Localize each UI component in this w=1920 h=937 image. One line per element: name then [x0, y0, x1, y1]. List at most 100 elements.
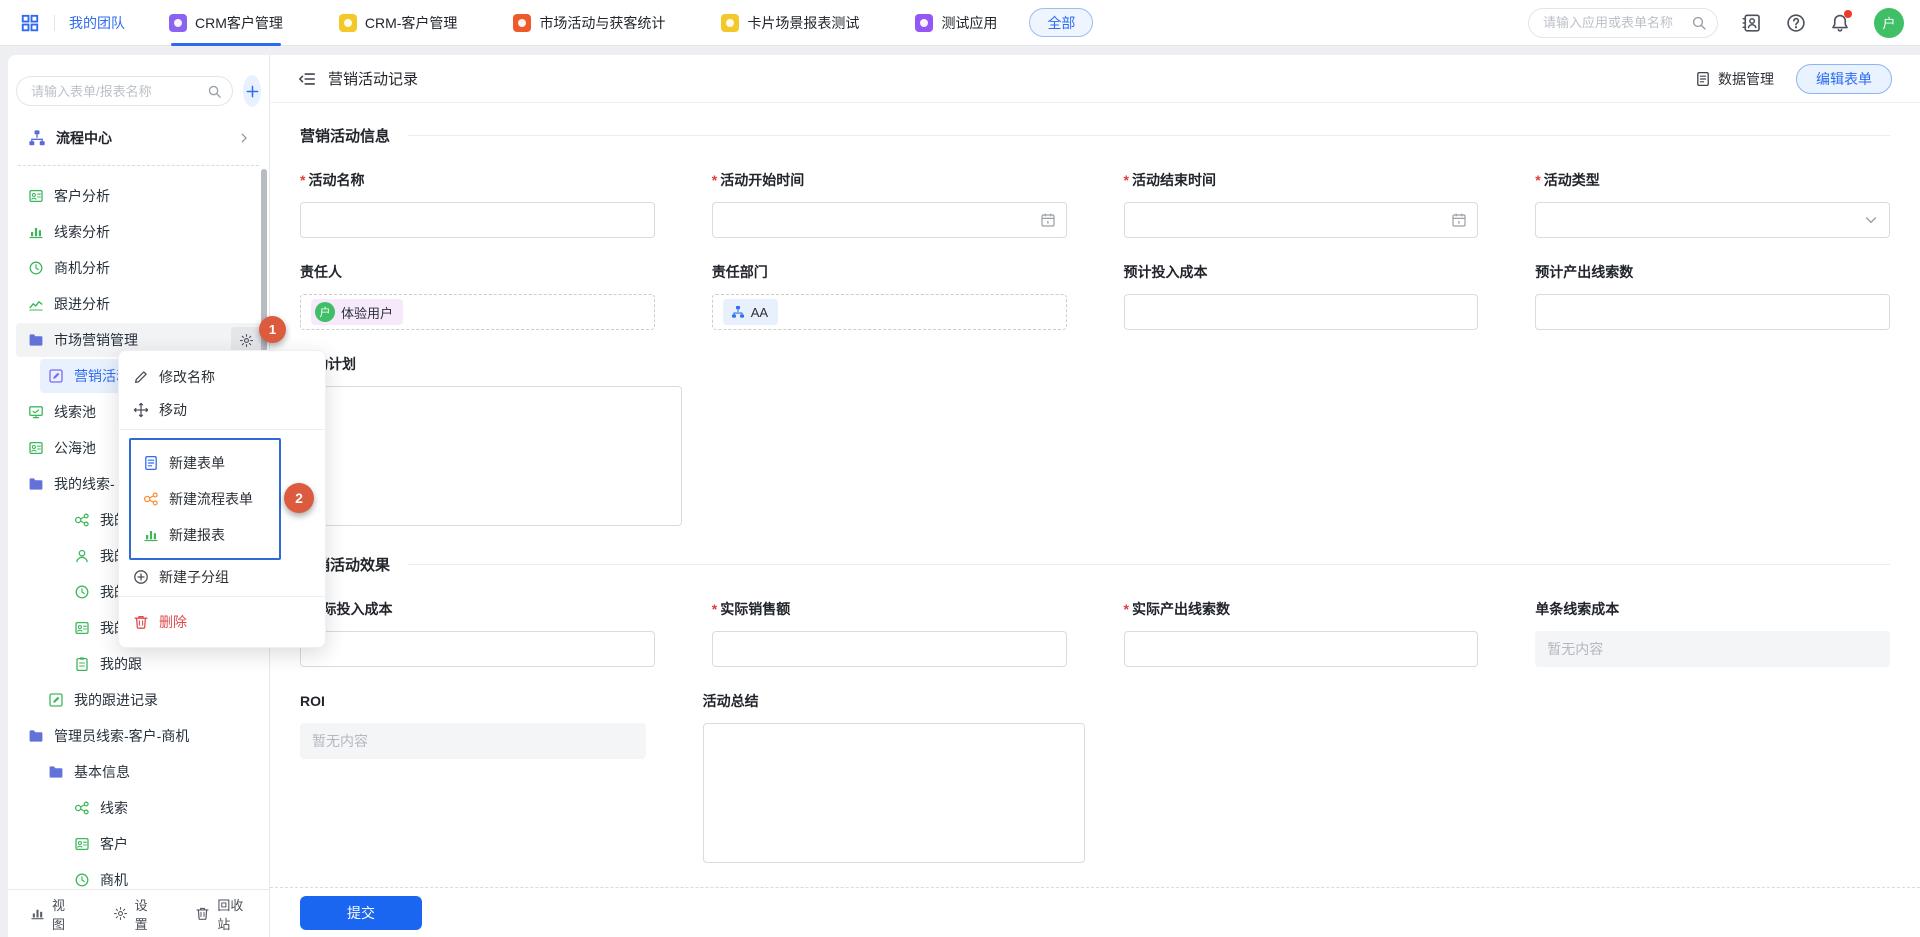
date-input[interactable] [1124, 202, 1479, 238]
formpencil-icon [48, 692, 64, 708]
sidebar-footer-label: 设置 [135, 895, 154, 933]
menu-item[interactable]: 新建流程表单 [131, 481, 279, 517]
department-input[interactable]: AA [712, 294, 1067, 330]
submit-bar: 提交 [270, 887, 1920, 937]
section-header: 营销活动信息 [300, 125, 1890, 146]
doc-icon [143, 455, 159, 471]
menu-item[interactable]: 新建子分组 [119, 560, 325, 593]
sidebar-item[interactable]: 基本信息 [8, 754, 269, 790]
form-field: *实际销售额 [712, 599, 1067, 667]
member-tag-label: 体验用户 [341, 303, 393, 322]
text-input[interactable] [1535, 294, 1890, 330]
form-field: 活动总结 [703, 691, 1085, 863]
sidebar-item-label: 线索分析 [54, 222, 110, 242]
sidebar-item[interactable]: 客户 [8, 826, 269, 862]
app-icon [169, 14, 187, 32]
form-row: 活动计划 [300, 354, 1890, 526]
select-input[interactable] [1535, 202, 1890, 238]
textarea-input[interactable] [300, 386, 682, 526]
app-tab[interactable]: 市场活动与获客统计 [513, 0, 665, 46]
submit-button[interactable]: 提交 [300, 896, 422, 930]
sidebar-footer-gear[interactable]: 设置 [113, 895, 154, 933]
form-search[interactable] [16, 76, 233, 106]
menu-item[interactable]: 修改名称 [119, 360, 325, 393]
collapse-sidebar-icon[interactable] [298, 70, 316, 88]
app-tab[interactable]: CRM客户管理 [169, 0, 283, 46]
global-search[interactable] [1528, 8, 1718, 38]
text-input[interactable] [300, 631, 655, 667]
sidebar-item[interactable]: 线索 [8, 790, 269, 826]
menu-item[interactable]: 移动 [119, 393, 325, 426]
sidebar-item[interactable]: 管理员线索-客户-商机 [8, 718, 269, 754]
search-icon [1691, 15, 1707, 31]
app-tab[interactable]: 卡片场景报表测试 [721, 0, 859, 46]
menu-item[interactable]: 删除 [119, 605, 325, 638]
sidebar-item-label: 公海池 [54, 438, 96, 458]
plus-icon [245, 84, 260, 99]
menu-item[interactable]: 新建表单 [131, 445, 279, 481]
text-input[interactable] [712, 631, 1067, 667]
form-field: ROI暂无内容 [300, 691, 646, 863]
form-row: ROI暂无内容活动总结 [300, 691, 1890, 863]
divider [54, 15, 55, 31]
sidebar-footer-label: 回收站 [217, 895, 247, 933]
text-input[interactable] [1124, 294, 1479, 330]
gear-icon [113, 906, 128, 921]
sidebar-item-process-center[interactable]: 流程中心 [16, 123, 261, 153]
app-tab[interactable]: CRM-客户管理 [339, 0, 458, 46]
all-apps-filter[interactable]: 全部 [1029, 8, 1093, 37]
trash-icon [133, 614, 149, 630]
text-input[interactable] [300, 202, 655, 238]
calendar-icon [1451, 212, 1467, 228]
menu-item[interactable]: 新建报表 [131, 517, 279, 553]
sidebar-item[interactable]: 跟进分析 [8, 286, 269, 322]
sidebar-footer-bars[interactable]: 视图 [30, 895, 71, 933]
sidebar-item[interactable]: 线索分析 [8, 214, 269, 250]
sidebar-item[interactable]: 我的跟进记录 [8, 682, 269, 718]
help-icon[interactable] [1786, 13, 1806, 33]
data-manage-button[interactable]: 数据管理 [1695, 69, 1774, 89]
app-tab[interactable]: 测试应用 [915, 0, 997, 46]
global-search-input[interactable] [1543, 15, 1691, 30]
sidebar-item[interactable]: 商机分析 [8, 250, 269, 286]
sidebar-item[interactable]: 客户分析 [8, 178, 269, 214]
notifications-button[interactable] [1830, 13, 1850, 33]
app-icon [721, 14, 739, 32]
text-input[interactable] [1124, 631, 1479, 667]
textarea-input[interactable] [703, 723, 1085, 863]
form-search-input[interactable] [31, 84, 207, 99]
menu-divider [119, 429, 325, 430]
calendar-icon [1040, 212, 1056, 228]
readonly-field: 暂无内容 [1535, 631, 1890, 667]
avatar[interactable]: 户 [1874, 8, 1904, 38]
contacts-icon[interactable] [1742, 13, 1762, 33]
folder-icon [28, 728, 44, 744]
sidebar-item[interactable]: 我的跟 [8, 646, 269, 682]
workspace-link[interactable]: 我的团队 [69, 13, 125, 33]
gear-icon [239, 333, 254, 348]
add-form-button[interactable] [243, 75, 261, 107]
form-field: 预计投入成本 [1124, 262, 1479, 330]
apps-grid-icon[interactable] [20, 13, 40, 33]
required-star: * [300, 172, 305, 188]
menu-item-label: 修改名称 [159, 367, 215, 387]
sidebar-footer-trash[interactable]: 回收站 [195, 895, 247, 933]
required-star: * [712, 172, 717, 188]
member-input[interactable]: 户体验用户 [300, 294, 655, 330]
field-label: *活动开始时间 [712, 170, 1067, 190]
top-bar: 我的团队 CRM客户管理 CRM-客户管理 市场活动与获客统计 卡片场景报表测试 测试应… [0, 0, 1920, 46]
idcard-icon [74, 836, 90, 852]
form-field: 单条线索成本暂无内容 [1535, 599, 1890, 667]
date-input[interactable] [712, 202, 1067, 238]
required-star: * [1535, 172, 1540, 188]
document-icon [1695, 71, 1711, 87]
section-header: 营销活动效果 [300, 554, 1890, 575]
trend-icon [28, 296, 44, 312]
required-star: * [712, 601, 717, 617]
edit-form-button[interactable]: 编辑表单 [1796, 64, 1892, 94]
field-label-text: 责任部门 [712, 262, 768, 282]
flow-icon [143, 491, 159, 507]
sidebar-item-label: 线索池 [54, 402, 96, 422]
menu-item-label: 移动 [159, 400, 187, 420]
board-icon [28, 404, 44, 420]
